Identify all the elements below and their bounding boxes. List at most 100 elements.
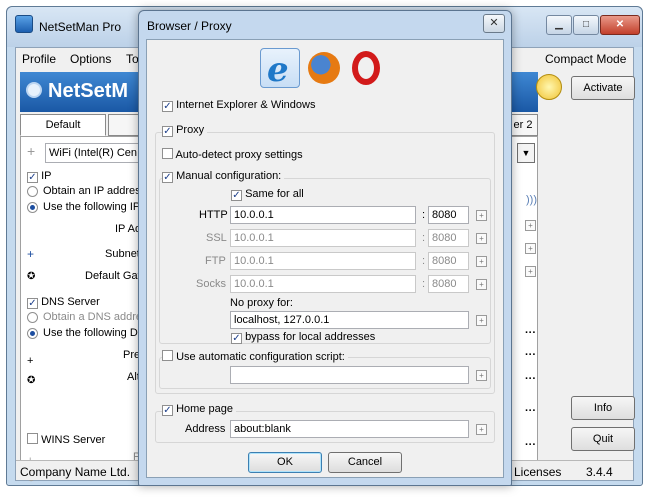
ftp-colon: :: [422, 255, 426, 267]
socks-port-input[interactable]: 8080: [428, 275, 469, 293]
gateway-copy-icon[interactable]: +: [525, 266, 536, 277]
ip-checkbox-wrap[interactable]: ✓ IP: [27, 170, 51, 183]
http-address-input[interactable]: 10.0.0.1: [230, 206, 416, 224]
home-page-checkbox[interactable]: ✓: [162, 405, 173, 416]
pref-more-icon[interactable]: ···: [525, 349, 536, 361]
obtain-dns-radio[interactable]: [27, 312, 38, 323]
auto-detect-label: Auto-detect proxy settings: [175, 149, 303, 161]
add-subnet-icon[interactable]: +: [27, 247, 34, 261]
auto-script-label: Use automatic configuration script:: [176, 351, 345, 363]
opera-browser-icon[interactable]: [346, 48, 386, 88]
ftp-port-input[interactable]: 8080: [428, 252, 469, 270]
adapter-select[interactable]: WiFi (Intel(R) Cen: [45, 143, 149, 163]
auto-script-checkbox[interactable]: [162, 350, 173, 361]
bypass-checkbox-wrap[interactable]: ✓ bypass for local addresses: [231, 331, 376, 344]
home-address-copy-icon[interactable]: +: [476, 424, 487, 435]
home-page-checkbox-wrap[interactable]: ✓ Home page: [162, 403, 236, 416]
socks-address-input[interactable]: 10.0.0.1: [230, 275, 416, 293]
dns-checkbox[interactable]: ✓: [27, 298, 38, 309]
opera-icon: [352, 51, 380, 85]
bypass-checkbox[interactable]: ✓: [231, 333, 242, 344]
adapter-dropdown-arrow-icon[interactable]: ▼: [517, 143, 535, 163]
info-button[interactable]: Info: [571, 396, 635, 420]
ssl-label: SSL: [206, 232, 227, 244]
quit-button[interactable]: Quit: [571, 427, 635, 451]
socks-copy-icon[interactable]: +: [476, 279, 487, 290]
ie-windows-checkbox[interactable]: ✓: [162, 101, 173, 112]
ok-button[interactable]: OK: [248, 452, 322, 473]
bypass-label: bypass for local addresses: [245, 331, 376, 343]
licenses-label[interactable]: Licenses: [514, 465, 561, 479]
menu-compact-mode[interactable]: Compact Mode: [545, 52, 626, 66]
same-for-all-checkbox[interactable]: ✓: [231, 190, 242, 201]
menu-profile[interactable]: Profile: [22, 52, 56, 66]
obtain-dns-label: Obtain a DNS addre: [43, 311, 143, 323]
menu-tools[interactable]: To: [126, 52, 139, 66]
auto-script-checkbox-wrap[interactable]: Use automatic configuration script:: [162, 350, 348, 364]
ftp-copy-icon[interactable]: +: [476, 256, 487, 267]
add-dns-icon[interactable]: +: [27, 355, 33, 367]
dns-more-icon[interactable]: ···: [525, 327, 536, 339]
auto-detect-checkbox-wrap[interactable]: Auto-detect proxy settings: [162, 148, 303, 162]
wins-checkbox-wrap[interactable]: WINS Server: [27, 433, 105, 447]
app-logo-icon: [26, 82, 42, 98]
obtain-ip-radio[interactable]: [27, 186, 38, 197]
close-button[interactable]: ✕: [600, 15, 640, 35]
activate-button[interactable]: Activate: [571, 76, 635, 100]
alt-more-icon[interactable]: ···: [525, 373, 536, 385]
auto-script-copy-icon[interactable]: +: [476, 370, 487, 381]
wins-primary-more-icon[interactable]: ···: [525, 439, 536, 451]
tab-profile-2[interactable]: er 2: [508, 114, 538, 136]
maximize-button[interactable]: □: [573, 15, 599, 35]
dialog-close-button[interactable]: ✕: [483, 14, 505, 33]
proxy-checkbox[interactable]: ✓: [162, 126, 173, 137]
ie-windows-checkbox-wrap[interactable]: ✓ Internet Explorer & Windows: [162, 99, 316, 112]
firefox-browser-icon[interactable]: [304, 48, 344, 88]
ie-browser-icon[interactable]: e: [260, 48, 300, 90]
settings-small-icon[interactable]: ✪: [27, 271, 35, 282]
manual-config-checkbox-wrap[interactable]: ✓ Manual configuration:: [162, 170, 285, 183]
same-for-all-label: Same for all: [245, 188, 304, 200]
minimize-button[interactable]: ▁: [546, 15, 572, 35]
http-copy-icon[interactable]: +: [476, 210, 487, 221]
same-for-all-checkbox-wrap[interactable]: ✓ Same for all: [231, 188, 304, 201]
tab-default[interactable]: Default: [20, 114, 106, 136]
no-proxy-input[interactable]: localhost, 127.0.0.1: [230, 311, 469, 329]
ssl-port-input[interactable]: 8080: [428, 229, 469, 247]
firefox-icon: [308, 52, 340, 84]
browser-proxy-dialog: Browser / Proxy ✕ e ✓ Internet Explorer …: [138, 10, 512, 486]
wins-checkbox[interactable]: [27, 433, 38, 444]
dns-checkbox-wrap[interactable]: ✓ DNS Server: [27, 296, 100, 309]
auto-detect-checkbox[interactable]: [162, 148, 173, 159]
no-proxy-copy-icon[interactable]: +: [476, 315, 487, 326]
gateway-label: Default Gat: [85, 270, 141, 282]
auto-script-input[interactable]: [230, 366, 469, 384]
lightbulb-icon[interactable]: [536, 74, 562, 100]
ie-windows-label: Internet Explorer & Windows: [176, 99, 316, 111]
use-ip-radio[interactable]: [27, 202, 38, 213]
ip-checkbox[interactable]: ✓: [27, 172, 38, 183]
add-icon[interactable]: +: [27, 143, 35, 159]
ftp-address-input[interactable]: 10.0.0.1: [230, 252, 416, 270]
subnet-copy-icon[interactable]: +: [525, 243, 536, 254]
http-colon: :: [422, 209, 426, 221]
version-label: 3.4.4: [586, 465, 613, 479]
company-name: Company Name Ltd.: [20, 465, 131, 479]
http-port-input[interactable]: 8080: [428, 206, 469, 224]
ie-icon: e: [267, 50, 289, 90]
dns-settings-icon[interactable]: ✪: [27, 375, 35, 386]
proxy-checkbox-wrap[interactable]: ✓ Proxy: [162, 124, 208, 137]
use-dns-radio[interactable]: [27, 328, 38, 339]
cancel-button[interactable]: Cancel: [328, 452, 402, 473]
dns-label: DNS Server: [41, 296, 100, 308]
app-icon: [15, 15, 33, 33]
ssl-address-input[interactable]: 10.0.0.1: [230, 229, 416, 247]
menu-options[interactable]: Options: [70, 52, 111, 66]
wins-more-icon[interactable]: ···: [525, 405, 536, 417]
ssl-colon: :: [422, 232, 426, 244]
manual-config-checkbox[interactable]: ✓: [162, 172, 173, 183]
ip-copy-icon[interactable]: +: [525, 220, 536, 231]
http-label: HTTP: [199, 209, 228, 221]
ssl-copy-icon[interactable]: +: [476, 233, 487, 244]
home-address-input[interactable]: about:blank: [230, 420, 469, 438]
